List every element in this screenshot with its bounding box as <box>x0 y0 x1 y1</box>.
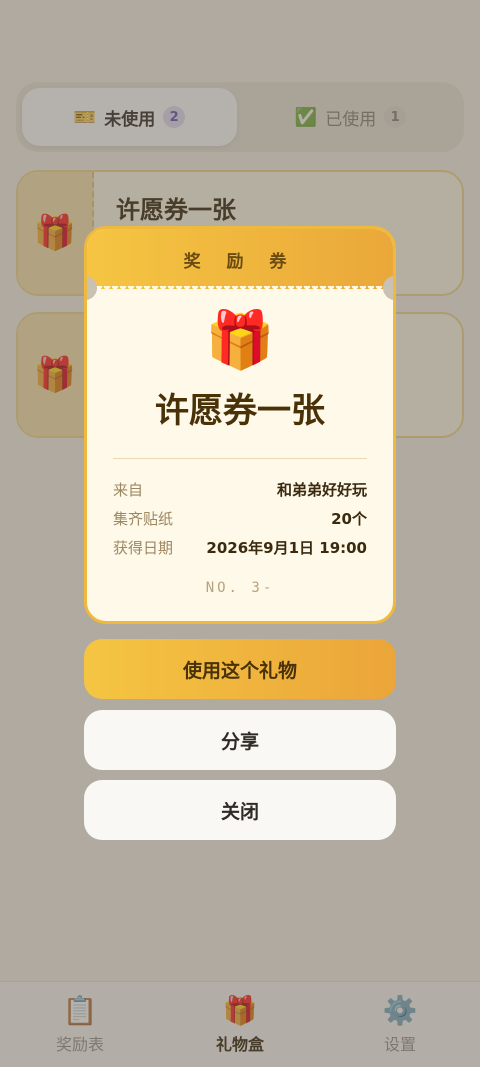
ticket-title: 许愿券一张 <box>155 391 325 431</box>
detail-row-from: 来自 和弟弟好好玩 <box>113 475 367 504</box>
detail-label: 集齐贴纸 <box>113 510 174 528</box>
reward-ticket-modal: 奖 励 券 🎁 许愿券一张 来自 和弟弟好好玩 集齐贴纸 20个 获得日期 20… <box>84 226 396 624</box>
use-gift-button[interactable]: 使用这个礼物 <box>84 639 396 699</box>
ticket-header: 奖 励 券 <box>87 229 393 289</box>
ticket-details: 来自 和弟弟好好玩 集齐贴纸 20个 获得日期 2026年9月1日 19:00 <box>113 475 367 562</box>
gift-icon: 🎁 <box>205 308 275 373</box>
detail-label: 获得日期 <box>113 539 174 557</box>
detail-value: 2026年9月1日 19:00 <box>206 539 367 557</box>
detail-value: 20个 <box>331 510 367 528</box>
detail-row-date: 获得日期 2026年9月1日 19:00 <box>113 533 367 562</box>
close-button[interactable]: 关闭 <box>84 780 396 840</box>
detail-label: 来自 <box>113 481 144 499</box>
ticket-serial: NO. 3- <box>205 580 275 596</box>
ticket-notch-right <box>383 276 393 300</box>
detail-row-stickers: 集齐贴纸 20个 <box>113 504 367 533</box>
detail-value: 和弟弟好好玩 <box>276 481 367 499</box>
ticket-divider <box>113 458 367 459</box>
share-button[interactable]: 分享 <box>84 710 396 770</box>
ticket-perforation <box>87 286 393 292</box>
